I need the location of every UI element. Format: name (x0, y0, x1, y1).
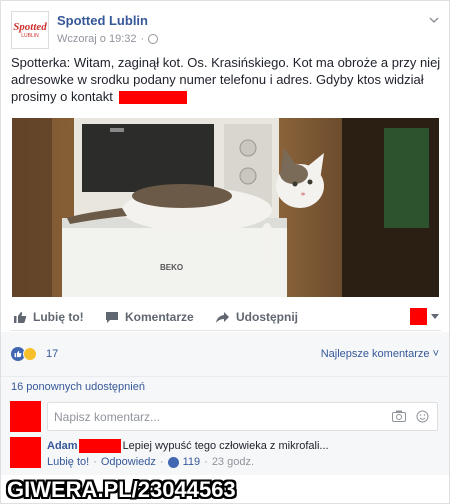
share-arrow-icon (216, 311, 229, 323)
camera-icon[interactable] (392, 410, 406, 422)
fridge-brand-text: BEKO (160, 263, 183, 272)
post-text: Spotterka: Witam, zaginął kot. Os. Krasi… (11, 54, 441, 105)
comment-icon (106, 311, 118, 323)
comment-like-count[interactable]: 119 (183, 456, 201, 468)
haha-reaction-icon (23, 347, 37, 361)
site-watermark: GIWERA.PL/23044563 (7, 477, 236, 502)
comment-like-link[interactable]: Lubię to! (47, 456, 89, 468)
chevron-down-icon[interactable] (429, 15, 439, 25)
post-card: Spotted LUBLIN Spotted Lublin Wczoraj o … (0, 0, 450, 504)
post-header: Spotted LUBLIN Spotted Lublin Wczoraj o … (11, 11, 441, 51)
redaction-box (118, 91, 187, 105)
post-action-bar: Lubię to! Komentarze Udostępnij (11, 301, 441, 331)
comment-meta-separator: · (159, 456, 164, 468)
caret-down-icon (431, 313, 439, 319)
page-avatar[interactable]: Spotted LUBLIN (11, 11, 49, 49)
thumbs-up-icon (14, 311, 27, 323)
shares-count-link[interactable]: 16 ponownych udostępnień (11, 381, 145, 393)
meta-separator: · (140, 33, 145, 45)
commenter-avatar-redacted[interactable] (10, 437, 41, 468)
comment-composer: Napisz komentarz... (1, 398, 449, 435)
emoji-icon[interactable] (416, 410, 429, 423)
reactions-row: 17 Najlepsze komentarze ˅ (1, 332, 449, 376)
share-button-label: Udostępnij (236, 310, 298, 324)
shares-row: 16 ponownych udostępnień (1, 376, 449, 398)
post-photo[interactable]: BEKO (12, 118, 439, 297)
page-name-link[interactable]: Spotted Lublin (57, 13, 148, 28)
comment-time[interactable]: 23 godz. (212, 456, 254, 468)
redacted-avatar-small (410, 308, 427, 325)
comment-meta-separator: · (204, 456, 208, 468)
avatar-logo-subtext: LUBLIN (21, 32, 39, 39)
comment-button[interactable]: Komentarze (105, 310, 194, 324)
reaction-icons[interactable] (11, 347, 37, 361)
comment-text: Lepiej wypuść tego człowieka z mikrofali… (122, 440, 329, 452)
comment-input-placeholder: Napisz komentarz... (54, 410, 161, 424)
share-as-selector[interactable] (410, 308, 439, 325)
like-button[interactable]: Lubię to! (13, 310, 84, 324)
user-avatar-redacted (10, 401, 41, 432)
globe-icon[interactable] (148, 34, 159, 44)
post-text-body: Spotterka: Witam, zaginął kot. Os. Krasi… (11, 55, 441, 104)
post-timestamp[interactable]: Wczoraj o 19:32 (57, 33, 136, 45)
reaction-count[interactable]: 17 (46, 348, 58, 360)
like-button-label: Lubię to! (33, 310, 84, 324)
comment-author[interactable]: Adam (47, 440, 78, 452)
comment-meta: Lubię to! · Odpowiedz · 119 · 23 godz. (47, 456, 254, 468)
comment-body: Adam Lepiej wypuść tego człowieka z mikr… (47, 439, 329, 453)
author-surname-redaction (78, 439, 121, 453)
share-button[interactable]: Udostępnij (215, 310, 298, 324)
comment-input-icons (392, 410, 429, 423)
avatar-logo-text: Spotted (13, 20, 47, 33)
comment-meta-separator: · (93, 456, 97, 468)
comment-button-label: Komentarze (125, 310, 194, 324)
comment-input[interactable]: Napisz komentarz... (47, 402, 438, 431)
cat-photo-illustration: BEKO (12, 118, 439, 297)
comment-reply-link[interactable]: Odpowiedz (101, 456, 156, 468)
comment-item: Adam Lepiej wypuść tego człowieka z mikr… (1, 435, 449, 475)
comment-like-icon (167, 456, 179, 468)
post-meta: Wczoraj o 19:32 · (57, 33, 159, 45)
comment-sort-dropdown[interactable]: Najlepsze komentarze ˅ (321, 348, 439, 360)
